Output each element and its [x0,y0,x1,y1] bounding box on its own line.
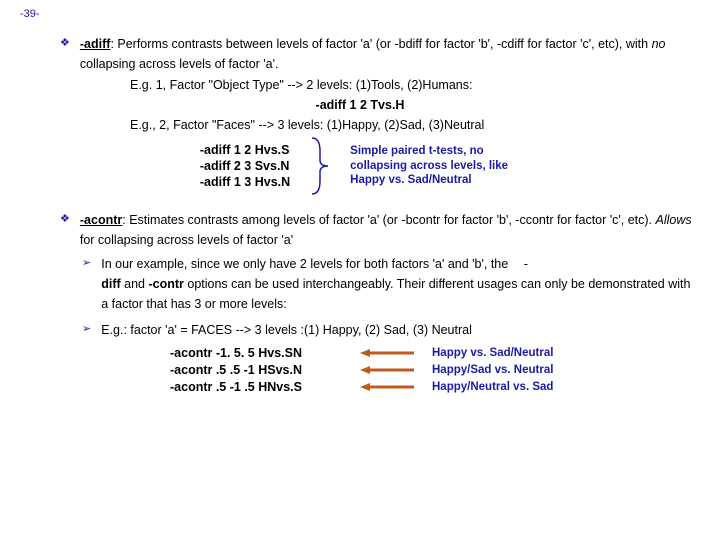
adiff-text: -adiff: Performs contrasts between level… [80,34,700,74]
acontr-section: ❖ -acontr: Estimates contrasts among lev… [60,210,700,250]
acontr-text: -acontr: Estimates contrasts among level… [80,210,700,250]
acontr-right-2: Happy/Neutral vs. Sad [432,381,553,393]
arrow-left-icon [360,348,414,358]
adiff-example-block: -adiff 1 2 Hvs.S -adiff 2 3 Svs.N -adiff… [20,136,700,196]
adiff-no: no [652,37,666,51]
acontr-desc1: : Estimates contrasts among levels of fa… [122,213,655,227]
acontr-left-1: -acontr .5 .5 -1 HSvs.N [170,363,350,377]
sub1-diff: diff [101,277,120,291]
chevron-right-icon: ➢ [82,256,91,269]
adiff-label: -adiff [80,37,111,51]
sub1-dash: - [524,257,528,271]
adiff-line-0: -adiff 1 2 Hvs.S [200,143,290,157]
adiff-line-1: -adiff 2 3 Svs.N [200,159,290,173]
sub1-rest: options can be used interchangeably. The… [101,277,690,311]
adiff-callout: Simple paired t-tests, no collapsing acr… [350,144,520,189]
acontr-sub2-text: E.g.: factor 'a' = FACES --> 3 levels :(… [101,320,472,340]
adiff-section: ❖ -adiff: Performs contrasts between lev… [60,34,700,74]
adiff-desc2: collapsing across levels of factor 'a'. [80,57,279,71]
acontr-examples: -acontr -1. 5. 5 Hvs.SN Happy vs. Sad/Ne… [170,346,700,394]
chevron-right-icon: ➢ [82,322,91,335]
acontr-right-1: Happy/Sad vs. Neutral [432,364,553,376]
acontr-right-0: Happy vs. Sad/Neutral [432,347,553,359]
adiff-desc1: : Performs contrasts between levels of f… [110,37,651,51]
acontr-row-1: -acontr .5 .5 -1 HSvs.N Happy/Sad vs. Ne… [170,363,700,377]
acontr-left-2: -acontr .5 -1 .5 HNvs.S [170,380,350,394]
diamond-bullet-icon: ❖ [60,212,70,225]
acontr-left-0: -acontr -1. 5. 5 Hvs.SN [170,346,350,360]
sub1-and: and [121,277,149,291]
adiff-line-2: -adiff 1 3 Hvs.N [200,175,290,189]
arrow-left-icon [360,365,414,375]
acontr-sub1-text: In our example, since we only have 2 lev… [101,254,700,314]
diamond-bullet-icon: ❖ [60,36,70,49]
adiff-eg1: E.g. 1, Factor "Object Type" --> 2 level… [130,78,700,92]
acontr-row-2: -acontr .5 -1 .5 HNvs.S Happy/Neutral vs… [170,380,700,394]
arrow-left-icon [360,382,414,392]
sub1-a: In our example, since we only have 2 lev… [101,257,511,271]
page-number: -39- [20,8,700,20]
adiff-lines: -adiff 1 2 Hvs.S -adiff 2 3 Svs.N -adiff… [200,141,290,191]
adiff-eg2: E.g., 2, Factor "Faces" --> 3 levels: (1… [130,118,700,132]
acontr-row-0: -acontr -1. 5. 5 Hvs.SN Happy vs. Sad/Ne… [170,346,700,360]
sub1-contr: -contr [148,277,183,291]
adiff-ex1: -adiff 1 2 Tvs.H [20,98,700,112]
acontr-sub1: ➢ In our example, since we only have 2 l… [82,254,700,314]
acontr-label: -acontr [80,213,122,227]
acontr-desc2: for collapsing across levels of factor '… [80,233,293,247]
bracket-icon [310,136,330,196]
acontr-sub2: ➢ E.g.: factor 'a' = FACES --> 3 levels … [82,320,700,340]
acontr-allows: Allows [656,213,692,227]
